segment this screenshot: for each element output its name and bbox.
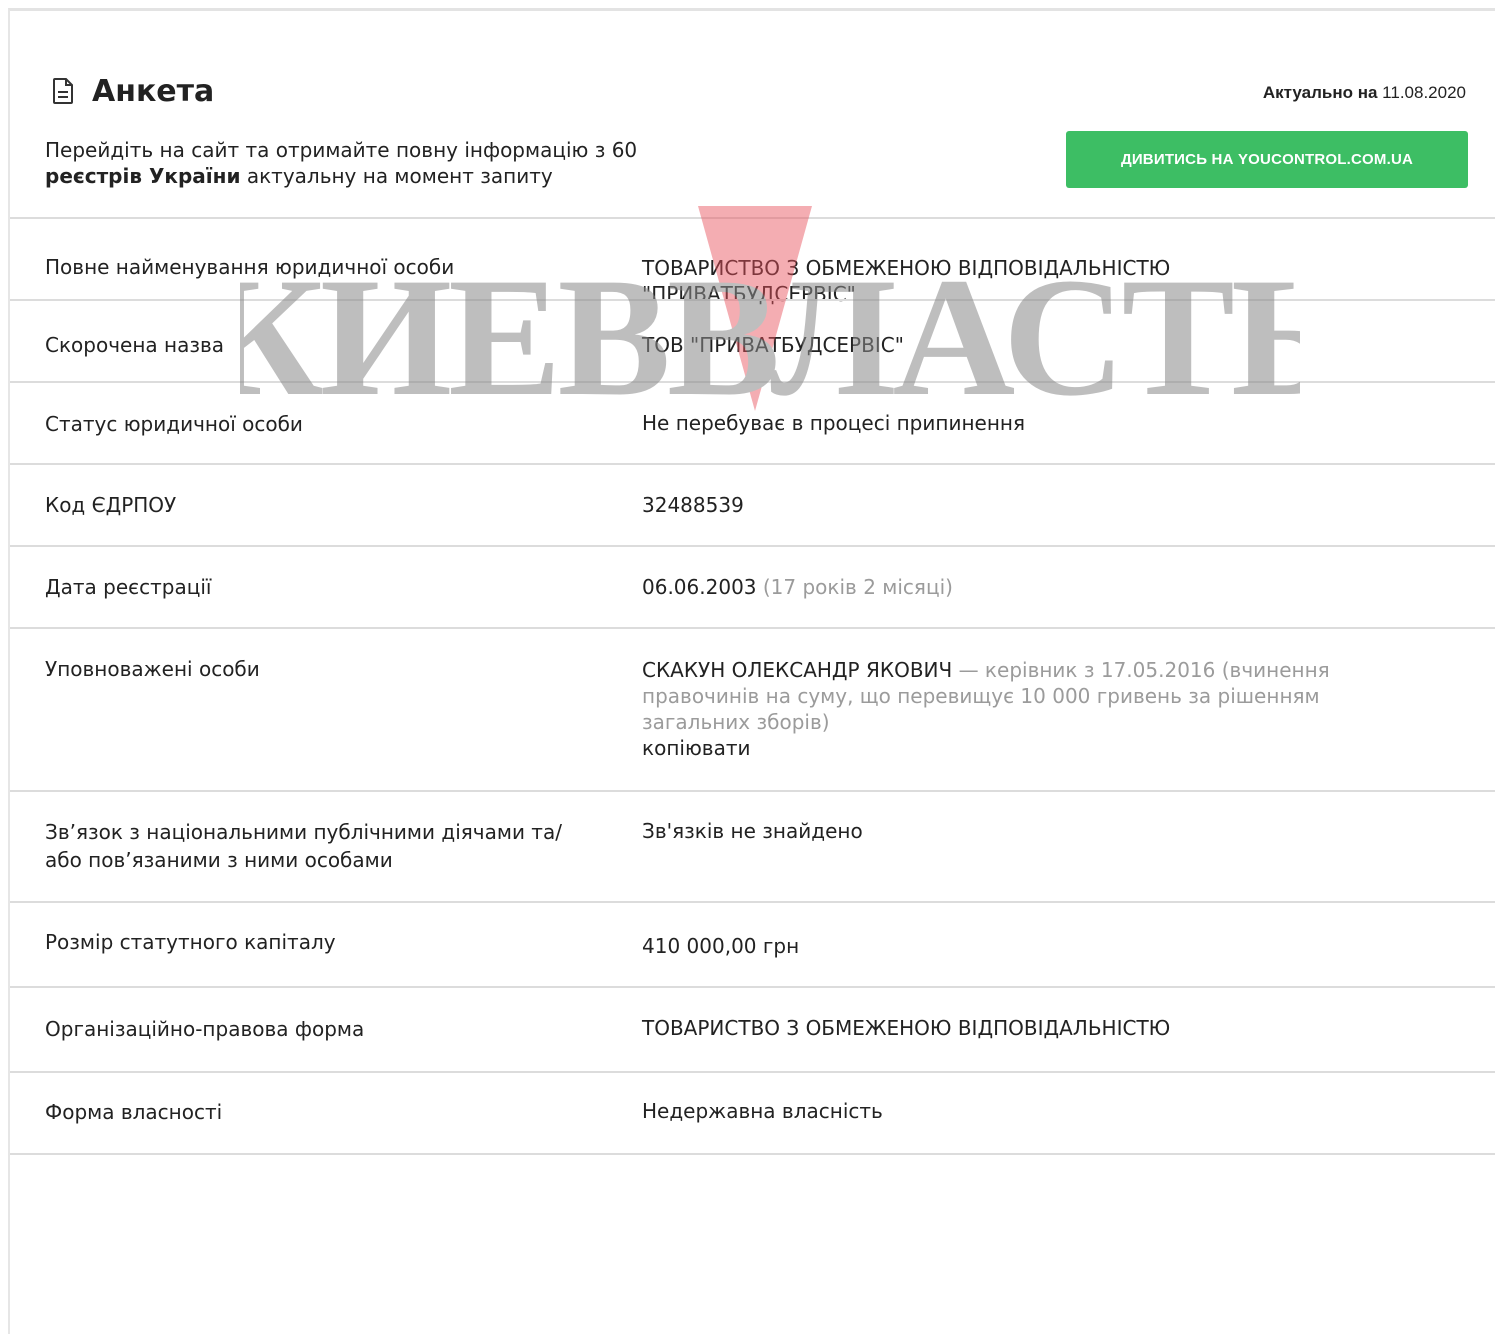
card-header: Анкета: [52, 71, 214, 111]
row-status: Статус юридичної особи Не перебуває в пр…: [10, 381, 1495, 463]
promo-text-part1: Перейдіть на сайт та отримайте повну інф…: [45, 138, 638, 162]
company-profile-card: Анкета Актуально на 11.08.2020 Перейдіть…: [8, 8, 1495, 1334]
row-value: Недержавна власність: [642, 1099, 883, 1123]
row-label: Організаційно-правова форма: [45, 1017, 365, 1041]
row-label: Зв’язок з національними публічними діяча…: [45, 820, 562, 872]
actual-date-value: 11.08.2020: [1382, 83, 1466, 102]
row-reg-date: Дата реєстрації 06.06.2003 (17 років 2 м…: [10, 545, 1495, 627]
row-label: Розмір статутного капіталу: [45, 930, 336, 954]
promo-text-bold: реєстрів України: [45, 164, 241, 188]
row-label: Форма власності: [45, 1100, 223, 1124]
actual-date: Актуально на 11.08.2020: [1263, 83, 1466, 103]
row-short-name: Скорочена назва ТОВ "ПРИВАТБУДСЕРВІС": [10, 299, 1495, 381]
page-title: Анкета: [92, 73, 215, 109]
row-label: Уповноважені особи: [45, 657, 260, 681]
row-edrpou: Код ЄДРПОУ 32488539: [10, 463, 1495, 545]
actual-label: Актуально на: [1262, 83, 1378, 102]
reg-date-value: 06.06.2003: [642, 575, 757, 599]
reg-date-age: (17 років 2 місяці): [762, 575, 953, 599]
row-label: Повне найменування юридичної особи: [45, 255, 455, 279]
authorized-person: СКАКУН ОЛЕКСАНДР ЯКОВИЧ: [642, 658, 953, 682]
promo-text: Перейдіть на сайт та отримайте повну інф…: [45, 137, 645, 189]
row-value: ТОВ "ПРИВАТБУДСЕРВІС": [642, 333, 904, 357]
promo-text-part2: актуальну на момент запиту: [240, 164, 553, 188]
row-ownership: Форма власності Недержавна власність: [10, 1071, 1495, 1153]
copy-link[interactable]: копіювати: [642, 735, 1422, 761]
row-label: Дата реєстрації: [45, 575, 212, 599]
profile-table: Повне найменування юридичної особи ТОВАР…: [10, 217, 1495, 1155]
row-value: СКАКУН ОЛЕКСАНДР ЯКОВИЧ — керівник з 17.…: [642, 657, 1422, 761]
row-pep: Зв’язок з національними публічними діяча…: [10, 790, 1495, 901]
row-value: Зв'язків не знайдено: [642, 819, 863, 843]
row-value: Не перебуває в процесі припинення: [642, 411, 1026, 435]
document-icon: [52, 78, 74, 104]
row-value: 32488539: [642, 493, 744, 517]
row-full-name: Повне найменування юридичної особи ТОВАР…: [10, 217, 1495, 306]
view-on-youcontrol-button[interactable]: ДИВИТИСЬ НА YOUCONTROL.COM.UA: [1066, 131, 1468, 188]
row-label: Код ЄДРПОУ: [45, 493, 177, 517]
row-authorized: Уповноважені особи СКАКУН ОЛЕКСАНДР ЯКОВ…: [10, 627, 1495, 790]
row-label: Статус юридичної особи: [45, 412, 303, 436]
table-bottom-border: [10, 1153, 1495, 1155]
row-value: 410 000,00 грн: [642, 934, 800, 958]
row-legal-form: Організаційно-правова форма ТОВАРИСТВО З…: [10, 986, 1495, 1071]
row-value: ТОВАРИСТВО З ОБМЕЖЕНОЮ ВІДПОВІДАЛЬНІСТЮ: [642, 1016, 1171, 1040]
row-capital: Розмір статутного капіталу 410 000,00 гр…: [10, 901, 1495, 986]
row-label: Скорочена назва: [45, 333, 225, 357]
row-value: 06.06.2003 (17 років 2 місяці): [642, 574, 1402, 600]
